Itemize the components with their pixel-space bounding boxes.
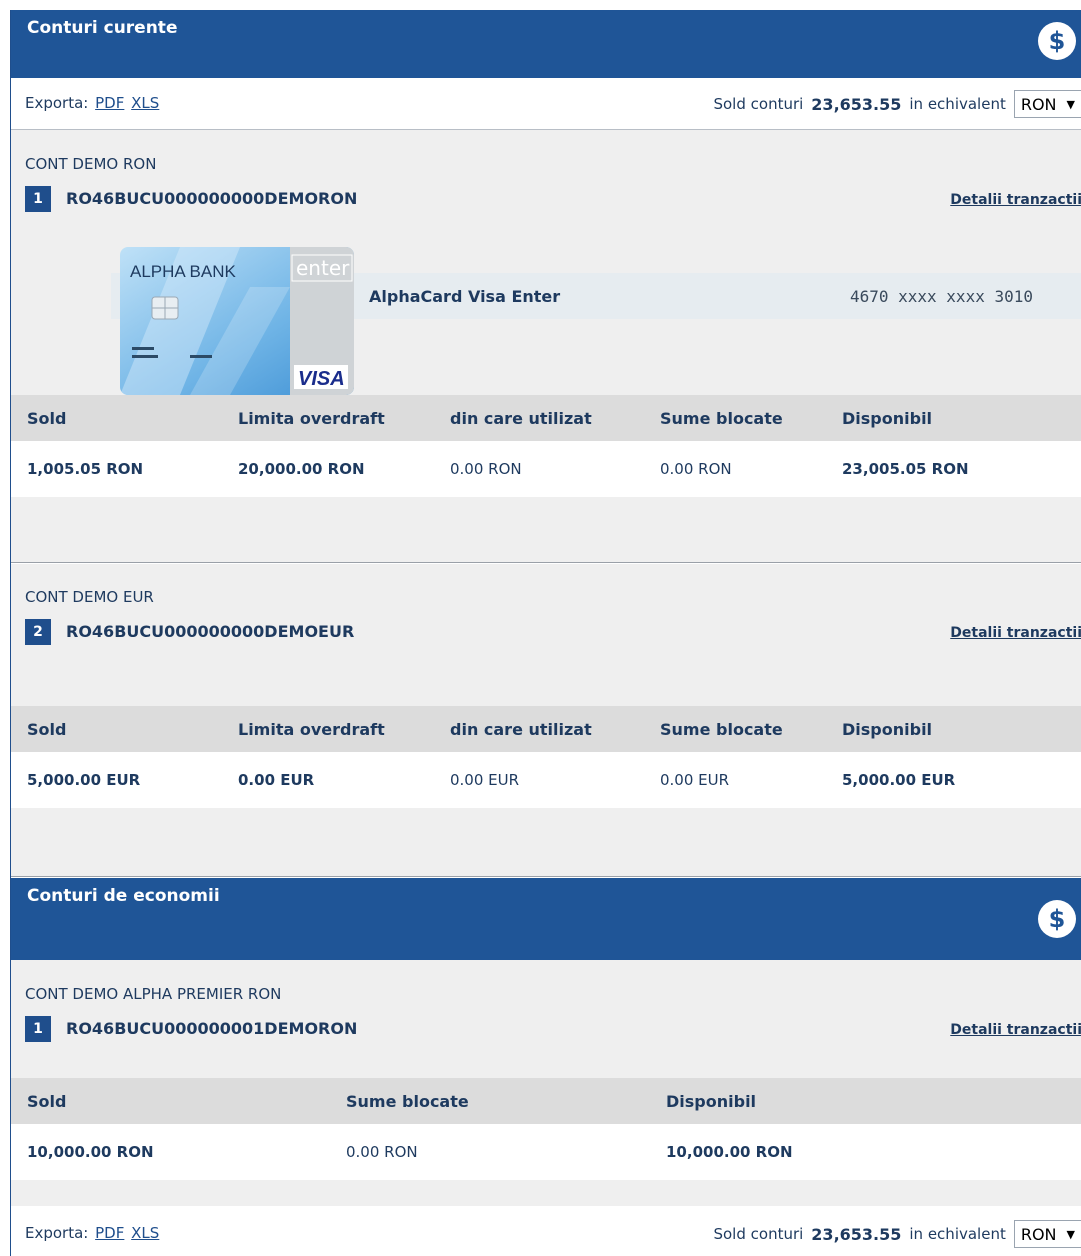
balance-table: Sold Limita overdraft din care utilizat … xyxy=(11,395,1081,497)
export-label: Exporta: xyxy=(25,94,89,112)
transaction-details-link[interactable]: Detalii tranzactii xyxy=(950,192,1081,208)
account-card: CONT DEMO ALPHA PREMIER RON 1 RO46BUCU00… xyxy=(11,960,1081,1206)
alphacard-visa-image: enter ALPHA BANK VISA xyxy=(120,247,354,395)
account-index-badge: 1 xyxy=(25,186,51,212)
total-balance: Sold conturi 23,653.55 in echivalent RON… xyxy=(713,1220,1081,1248)
transaction-details-link[interactable]: Detalii tranzactii xyxy=(950,625,1081,641)
export-label: Exporta: xyxy=(25,1224,89,1242)
blocked-amount-value: 0.00 RON xyxy=(330,1124,650,1180)
column-header: Sume blocate xyxy=(644,706,826,752)
column-header: Sold xyxy=(11,395,222,441)
export-bar-bottom: Exporta: PDF XLS Sold conturi 23,653.55 … xyxy=(11,1206,1081,1256)
export-links: Exporta: PDF XLS xyxy=(25,94,159,112)
column-header: Sume blocate xyxy=(644,395,826,441)
current-accounts-header: Conturi curente $ xyxy=(11,10,1081,78)
equiv-label: in echivalent xyxy=(909,95,1006,113)
available-value: 10,000.00 RON xyxy=(650,1124,1081,1180)
section-title: Conturi curente xyxy=(27,18,178,38)
sold-value: 10,000.00 RON xyxy=(11,1124,330,1180)
card-brand-text: enter xyxy=(296,256,350,280)
dollar-icon: $ xyxy=(1038,900,1076,938)
account-iban[interactable]: RO46BUCU000000000DEMORON xyxy=(66,189,357,208)
column-header: Disponibil xyxy=(650,1078,1081,1124)
export-xls-link[interactable]: XLS xyxy=(131,1224,159,1242)
overdraft-used-value: 0.00 EUR xyxy=(434,752,644,808)
blocked-amount-value: 0.00 EUR xyxy=(644,752,826,808)
accounts-panel: Conturi curente $ Exporta: PDF XLS Sold … xyxy=(10,10,1081,1256)
account-card: CONT DEMO RON 1 RO46BUCU000000000DEMORON… xyxy=(11,130,1081,563)
balance-amount: 23,653.55 xyxy=(811,1224,902,1244)
section-title: Conturi de economii xyxy=(27,886,220,906)
table-header-row: Sold Limita overdraft din care utilizat … xyxy=(11,706,1081,752)
balance-label: Sold conturi xyxy=(713,95,804,113)
overdraft-limit-value: 0.00 EUR xyxy=(222,752,434,808)
equiv-label: in echivalent xyxy=(909,1225,1006,1243)
account-iban[interactable]: RO46BUCU000000000DEMOEUR xyxy=(66,622,354,641)
available-value: 23,005.05 RON xyxy=(826,441,1081,497)
table-row: 5,000.00 EUR 0.00 EUR 0.00 EUR 0.00 EUR … xyxy=(11,752,1081,808)
table-header-row: Sold Sume blocate Disponibil xyxy=(11,1078,1081,1124)
column-header: din care utilizat xyxy=(434,706,644,752)
currency-value: RON xyxy=(1020,94,1057,114)
transaction-details-link[interactable]: Detalii tranzactii xyxy=(950,1022,1081,1038)
dollar-icon: $ xyxy=(1038,22,1076,60)
balance-table: Sold Sume blocate Disponibil 10,000.00 R… xyxy=(11,1078,1081,1180)
account-card: CONT DEMO EUR 2 RO46BUCU000000000DEMOEUR… xyxy=(11,564,1081,877)
export-pdf-link[interactable]: PDF xyxy=(95,94,124,112)
currency-select[interactable]: RON ▼ xyxy=(1013,1220,1081,1248)
card-image: enter ALPHA BANK VISA xyxy=(120,247,354,395)
column-header: Sold xyxy=(11,1078,330,1124)
account-name: CONT DEMO ALPHA PREMIER RON xyxy=(25,985,282,1003)
column-header: Limita overdraft xyxy=(222,706,434,752)
column-header: Sold xyxy=(11,706,222,752)
sold-value: 1,005.05 RON xyxy=(11,441,222,497)
currency-select[interactable]: RON ▼ xyxy=(1013,90,1081,118)
table-header-row: Sold Limita overdraft din care utilizat … xyxy=(11,395,1081,441)
overdraft-used-value: 0.00 RON xyxy=(434,441,644,497)
card-number: 4670 xxxx xxxx 3010 xyxy=(849,287,1033,306)
column-header: Limita overdraft xyxy=(222,395,434,441)
export-bar: Exporta: PDF XLS Sold conturi 23,653.55 … xyxy=(11,78,1081,130)
table-row: 10,000.00 RON 0.00 RON 10,000.00 RON xyxy=(11,1124,1081,1180)
sold-value: 5,000.00 EUR xyxy=(11,752,222,808)
export-pdf-link[interactable]: PDF xyxy=(95,1224,124,1242)
savings-accounts-header: Conturi de economii $ xyxy=(11,878,1081,960)
column-header: din care utilizat xyxy=(434,395,644,441)
account-index-badge: 2 xyxy=(25,619,51,645)
visa-logo-text: VISA xyxy=(298,368,345,390)
balance-label: Sold conturi xyxy=(713,1225,804,1243)
column-header: Disponibil xyxy=(826,706,1081,752)
currency-value: RON xyxy=(1020,1224,1057,1244)
account-name: CONT DEMO EUR xyxy=(25,588,154,606)
export-xls-link[interactable]: XLS xyxy=(131,94,159,112)
total-balance: Sold conturi 23,653.55 in echivalent RON… xyxy=(713,90,1081,118)
table-row: 1,005.05 RON 20,000.00 RON 0.00 RON 0.00… xyxy=(11,441,1081,497)
column-header: Disponibil xyxy=(826,395,1081,441)
account-name: CONT DEMO RON xyxy=(25,155,157,173)
overdraft-limit-value: 20,000.00 RON xyxy=(222,441,434,497)
chevron-down-icon: ▼ xyxy=(1066,97,1075,111)
available-value: 5,000.00 EUR xyxy=(826,752,1081,808)
blocked-amount-value: 0.00 RON xyxy=(644,441,826,497)
balance-amount: 23,653.55 xyxy=(811,94,902,114)
card-name: AlphaCard Visa Enter xyxy=(369,287,561,306)
account-iban[interactable]: RO46BUCU000000001DEMORON xyxy=(66,1019,357,1038)
account-index-badge: 1 xyxy=(25,1016,51,1042)
export-links: Exporta: PDF XLS xyxy=(25,1224,159,1242)
balance-table: Sold Limita overdraft din care utilizat … xyxy=(11,706,1081,808)
chevron-down-icon: ▼ xyxy=(1066,1227,1075,1241)
card-bank-text: ALPHA BANK xyxy=(130,262,236,281)
column-header: Sume blocate xyxy=(330,1078,650,1124)
